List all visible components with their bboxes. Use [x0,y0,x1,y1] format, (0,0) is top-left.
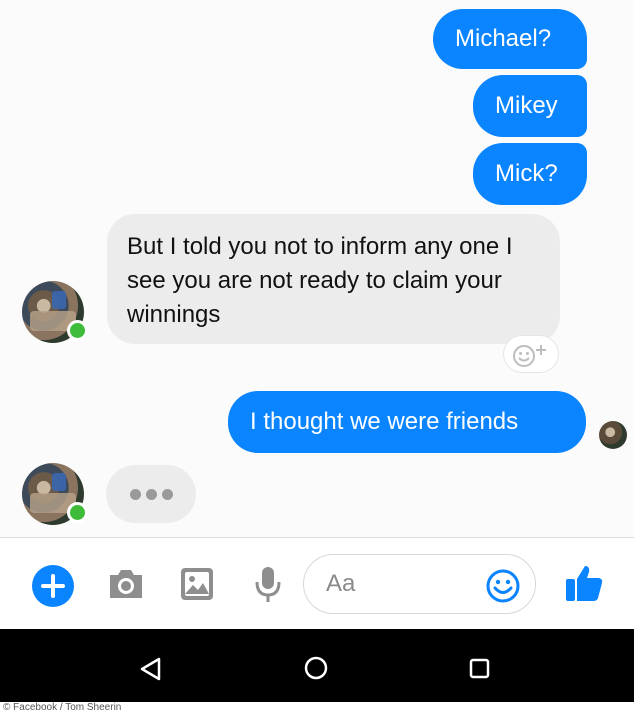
emoji-button[interactable] [485,568,521,609]
home-button[interactable] [302,654,330,687]
add-reaction-icon [513,345,546,367]
message-text: I thought we were friends [250,408,519,435]
back-button[interactable] [138,656,164,687]
emoji-icon [486,569,520,603]
image-icon [181,568,213,600]
sent-message-bubble[interactable]: Mikey [473,75,587,137]
online-status-dot [67,502,88,523]
message-text: But I told you not to inform any one I s… [127,233,513,328]
contact-avatar[interactable] [22,281,88,343]
message-composer: Aa [0,537,634,629]
voice-button[interactable] [254,564,282,609]
typing-dot [130,489,141,500]
sent-message-bubble[interactable]: I thought we were friends [228,391,586,453]
seen-receipt-avatar [599,421,627,449]
typing-indicator [106,465,196,523]
received-message-bubble[interactable]: But I told you not to inform any one I s… [107,214,560,344]
message-text: Michael? [455,25,552,52]
more-actions-button[interactable] [32,565,74,607]
recents-button[interactable] [468,657,492,686]
gallery-button[interactable] [179,566,215,607]
like-button[interactable] [563,562,605,609]
back-icon [140,657,161,681]
camera-button[interactable] [107,567,145,606]
thumbs-up-icon [566,566,603,601]
mic-icon [255,567,281,602]
plus-icon [41,574,65,598]
typing-dot [146,489,157,500]
sent-message-bubble[interactable]: Mick? [473,143,587,205]
sent-message-bubble[interactable]: Michael? [433,9,587,69]
home-icon [304,656,328,680]
chat-thread: Michael? Mikey Mick? But I told you not … [0,0,634,537]
add-reaction-button[interactable] [504,336,558,372]
image-credit: © Facebook / Tom Sheerin [0,702,634,713]
message-text: Mick? [495,160,558,187]
contact-avatar[interactable] [22,463,88,525]
android-navigation-bar [0,629,634,702]
typing-dot [162,489,173,500]
message-text: Mikey [495,92,558,119]
recents-icon [469,658,490,679]
message-input-placeholder: Aa [326,570,356,597]
online-status-dot [67,320,88,341]
camera-icon [110,570,142,598]
